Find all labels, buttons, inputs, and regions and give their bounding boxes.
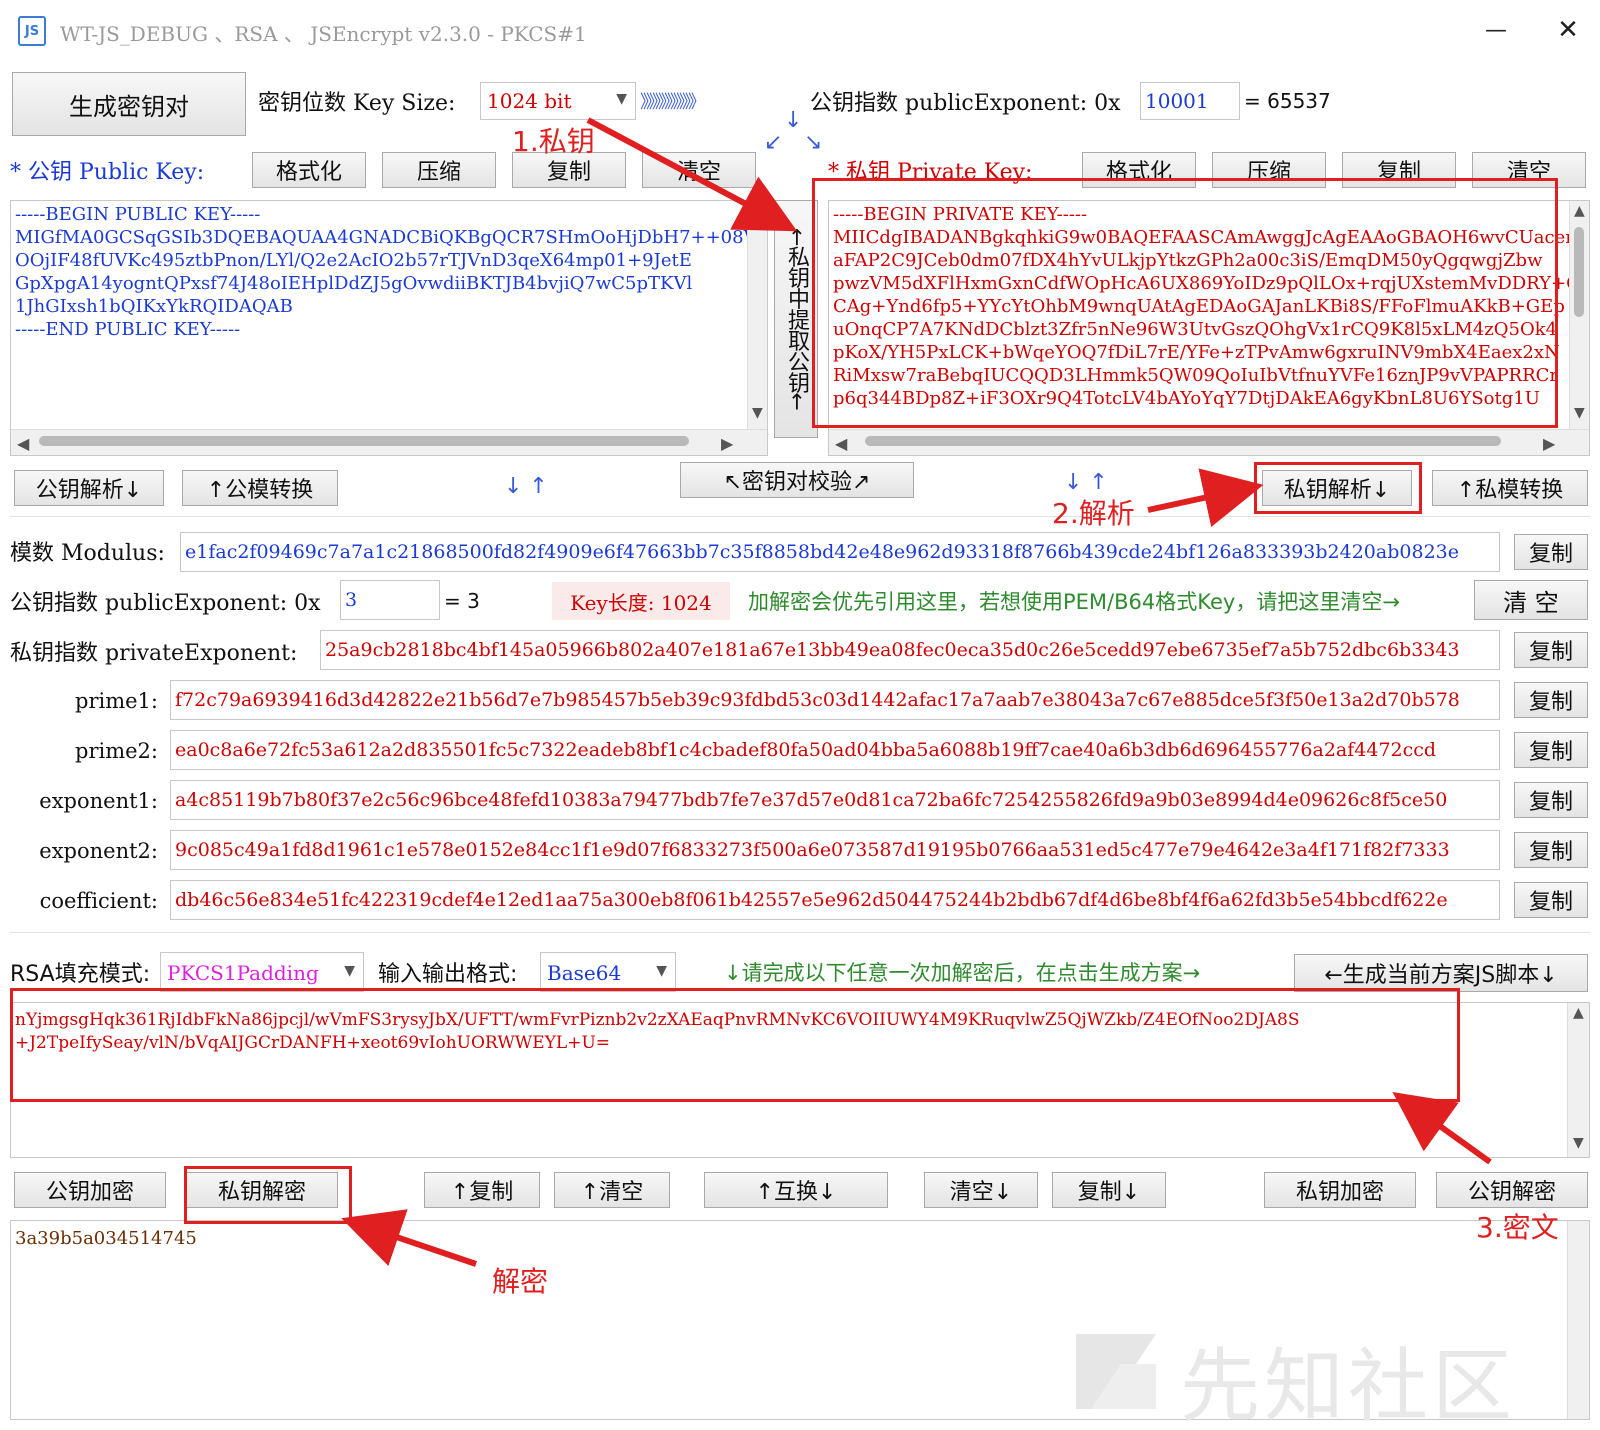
arrow-to-ciphertext [1392,1092,1492,1165]
arrow-to-decrypt-button [341,1209,477,1267]
arrow-to-private-key [586,117,798,232]
annotation-arrows [341,117,1492,1267]
arrow-to-parse-button [1147,468,1264,527]
